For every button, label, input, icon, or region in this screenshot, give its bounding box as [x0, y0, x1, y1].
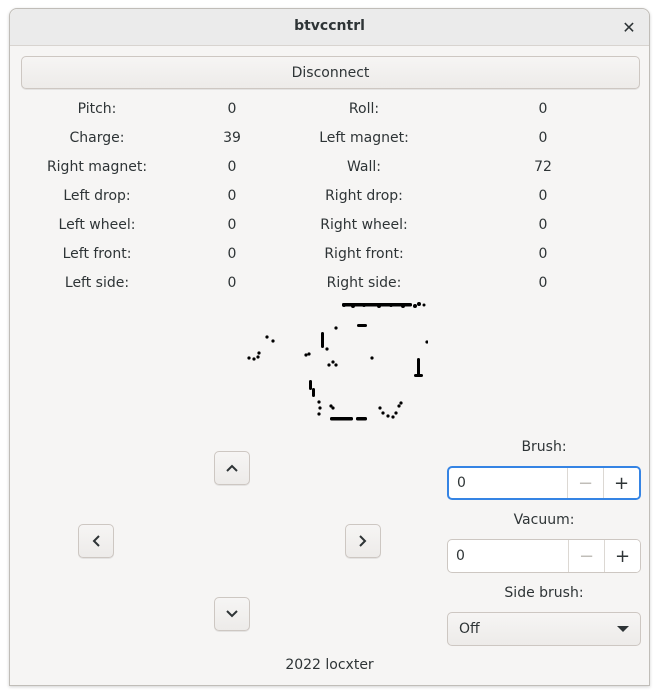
move-backward-button[interactable]	[214, 597, 250, 631]
chevron-up-icon	[226, 464, 238, 472]
stat-value-right-side: 0	[538, 275, 548, 291]
stat-value-wall: 72	[534, 159, 552, 175]
turn-left-button[interactable]	[78, 524, 114, 558]
header-bar: btvccntrl ✕	[10, 9, 649, 46]
dropdown-arrow-icon	[617, 626, 629, 632]
vacuum-label: Vacuum:	[513, 512, 575, 528]
turn-right-button[interactable]	[345, 524, 381, 558]
side-brush-selected: Off	[459, 621, 480, 637]
brush-label: Brush:	[521, 439, 567, 455]
chevron-right-icon	[359, 535, 367, 547]
vacuum-increment-button[interactable]: +	[604, 540, 640, 572]
vacuum-input[interactable]	[448, 540, 568, 572]
lidar-map	[247, 302, 428, 421]
footer-credit: 2022 locxter	[285, 657, 374, 673]
brush-decrement-button[interactable]: −	[567, 468, 603, 498]
stat-label-roll: Roll:	[348, 101, 380, 117]
side-brush-dropdown[interactable]: Off	[447, 612, 641, 646]
stat-value-right-drop: 0	[538, 188, 548, 204]
chevron-down-icon	[226, 610, 238, 618]
close-icon[interactable]: ✕	[617, 15, 641, 39]
stat-label-right-side: Right side:	[326, 275, 402, 291]
brush-spinbutton: − +	[447, 466, 641, 500]
vacuum-spinbutton: − +	[447, 539, 641, 573]
side-brush-label: Side brush:	[504, 585, 584, 601]
stat-value-roll: 0	[538, 101, 548, 117]
stat-value-right-front: 0	[538, 246, 548, 262]
move-forward-button[interactable]	[214, 451, 250, 485]
stat-value-left-magnet: 0	[538, 130, 548, 146]
stat-label-right-drop: Right drop:	[325, 188, 403, 204]
brush-input[interactable]	[449, 468, 567, 498]
stat-label-left-magnet: Left magnet:	[319, 130, 409, 146]
disconnect-button[interactable]: Disconnect	[21, 56, 640, 89]
vacuum-decrement-button[interactable]: −	[568, 540, 604, 572]
window-title: btvccntrl	[294, 18, 365, 34]
stat-label-right-wheel: Right wheel:	[320, 217, 408, 233]
chevron-left-icon	[92, 535, 100, 547]
app-window: btvccntrl ✕ Disconnect Pitch: 0 Roll: 0 …	[9, 8, 650, 686]
stat-label-right-front: Right front:	[324, 246, 404, 262]
stat-label-wall: Wall:	[346, 159, 382, 175]
stat-value-right-wheel: 0	[538, 217, 548, 233]
brush-increment-button[interactable]: +	[603, 468, 639, 498]
